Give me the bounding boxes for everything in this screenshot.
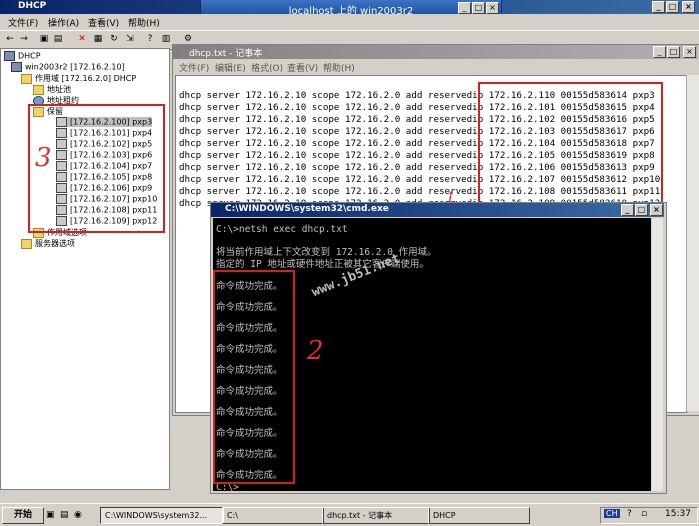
cmd-command: C:\>netsh exec dhcp.txt [216,224,348,235]
minimize-button[interactable]: _ [652,1,665,13]
quick-launch-icon[interactable]: ◉ [74,510,82,520]
help-icon[interactable]: ? [144,33,156,45]
task-cmd[interactable]: C:\WINDOWS\system32... [100,507,224,524]
notepad-menu-edit[interactable]: 编辑(E) [215,61,246,74]
menu-help[interactable]: 帮助(H) [128,16,160,29]
tree-node-dhcp[interactable]: DHCP [4,51,41,61]
annotation-box-2 [213,270,295,484]
tree-node-server[interactable]: win2003r2 [172.16.2.10] [11,62,125,72]
forward-icon[interactable]: → [18,33,30,45]
notepad-close-button[interactable]: × [683,46,696,58]
system-tray: CH ? ▫ 15:37 [600,507,698,524]
tree-node-label: 服务器选项 [35,239,75,248]
quick-launch-icon[interactable]: ▤ [60,510,69,520]
tree-node-scope[interactable]: 作用域 [172.16.2.0] DHCP [21,73,136,84]
back-icon[interactable]: ← [4,33,16,45]
help-icon[interactable]: ? [627,509,632,519]
notepad-menu-help[interactable]: 帮助(H) [323,61,355,74]
task-notepad[interactable]: dhcp.txt - 记事本 [322,507,430,524]
tree-node-label: 作用域 [172.16.2.0] DHCP [35,74,137,83]
tree-node-label: 地址池 [47,85,71,94]
cmd-console[interactable]: C:\>netsh exec dhcp.txt 将当前作用域上下文改变到 172… [213,218,651,493]
dhcp-window-title: DHCP [18,1,47,11]
server-icon [11,62,22,72]
tree-node-label: win2003r2 [172.16.2.10] [25,62,125,72]
network-icon[interactable]: ▫ [641,509,647,519]
show-tree-icon[interactable]: ▤ [52,33,64,45]
language-indicator[interactable]: CH [604,509,620,518]
up-icon[interactable]: ▣ [38,33,50,45]
task-explorer[interactable]: C:\ [222,507,324,524]
cmd-title-bar: C:\WINDOWS\system32\cmd.exe _ □ × [211,203,664,217]
notepad-menu-view[interactable]: 查看(V) [287,61,318,74]
notepad-minimize-button[interactable]: _ [653,46,666,58]
notepad-title: dhcp.txt - 记事本 [189,49,263,59]
tree-node-address-pool[interactable]: 地址池 [33,84,71,95]
annotation-box-1 [478,82,663,206]
annotation-3: 3 [35,143,52,173]
refresh-icon[interactable]: ↻ [108,33,120,45]
quick-launch-icon[interactable]: ▣ [46,510,55,520]
cmd-window: C:\WINDOWS\system32\cmd.exe _ □ × C:\>ne… [210,202,667,494]
folder-icon [33,84,44,95]
start-button[interactable]: 开始 [2,507,44,524]
properties-icon[interactable]: ▦ [92,33,104,45]
cmd-title: C:\WINDOWS\system32\cmd.exe [225,204,389,214]
cmd-maximize-button[interactable]: □ [635,204,648,216]
delete-icon[interactable]: ✕ [76,33,88,45]
rdp-close-button[interactable]: × [486,2,499,14]
annotation-2: 2 [307,336,324,366]
taskbar: 开始 ▣ ▤ ◉ C:\WINDOWS\system32... C:\ dhcp… [0,503,699,526]
rdp-restore-button[interactable]: □ [472,2,485,14]
clock: 15:37 [665,509,691,519]
dhcp-menu-bar: 文件(F) 操作(A) 查看(V) 帮助(H) [0,14,699,30]
options-icon [21,238,32,249]
list-icon[interactable]: ▥ [160,33,172,45]
notepad-scrollbar[interactable] [686,75,699,411]
cmd-close-button[interactable]: × [650,204,663,216]
cmd-scrollbar[interactable] [652,218,663,491]
notepad-title-bar: dhcp.txt - 记事本 _ □ × [173,45,698,59]
scope-icon [21,73,32,84]
rdp-minimize-button[interactable]: _ [458,2,471,14]
close-button[interactable]: × [682,1,695,13]
menu-view[interactable]: 查看(V) [88,16,119,29]
dhcp-icon [4,51,15,61]
maximize-button[interactable]: □ [666,1,679,13]
notepad-menu-format[interactable]: 格式(O) [251,61,283,74]
console-tree: DHCP win2003r2 [172.16.2.10] 作用域 [172.16… [0,48,170,490]
tree-node-label: DHCP [18,51,41,61]
task-dhcp[interactable]: DHCP [428,507,530,524]
tree-node-server-options[interactable]: 服务器选项 [21,238,75,249]
menu-action[interactable]: 操作(A) [48,16,79,29]
notepad-menu-file[interactable]: 文件(F) [179,61,209,74]
notepad-maximize-button[interactable]: □ [667,46,680,58]
menu-file[interactable]: 文件(F) [8,16,38,29]
notepad-menu-bar: 文件(F) 编辑(E) 格式(O) 查看(V) 帮助(H) [173,59,698,74]
cmd-minimize-button[interactable]: _ [621,204,634,216]
export-icon[interactable]: ⇲ [124,33,136,45]
